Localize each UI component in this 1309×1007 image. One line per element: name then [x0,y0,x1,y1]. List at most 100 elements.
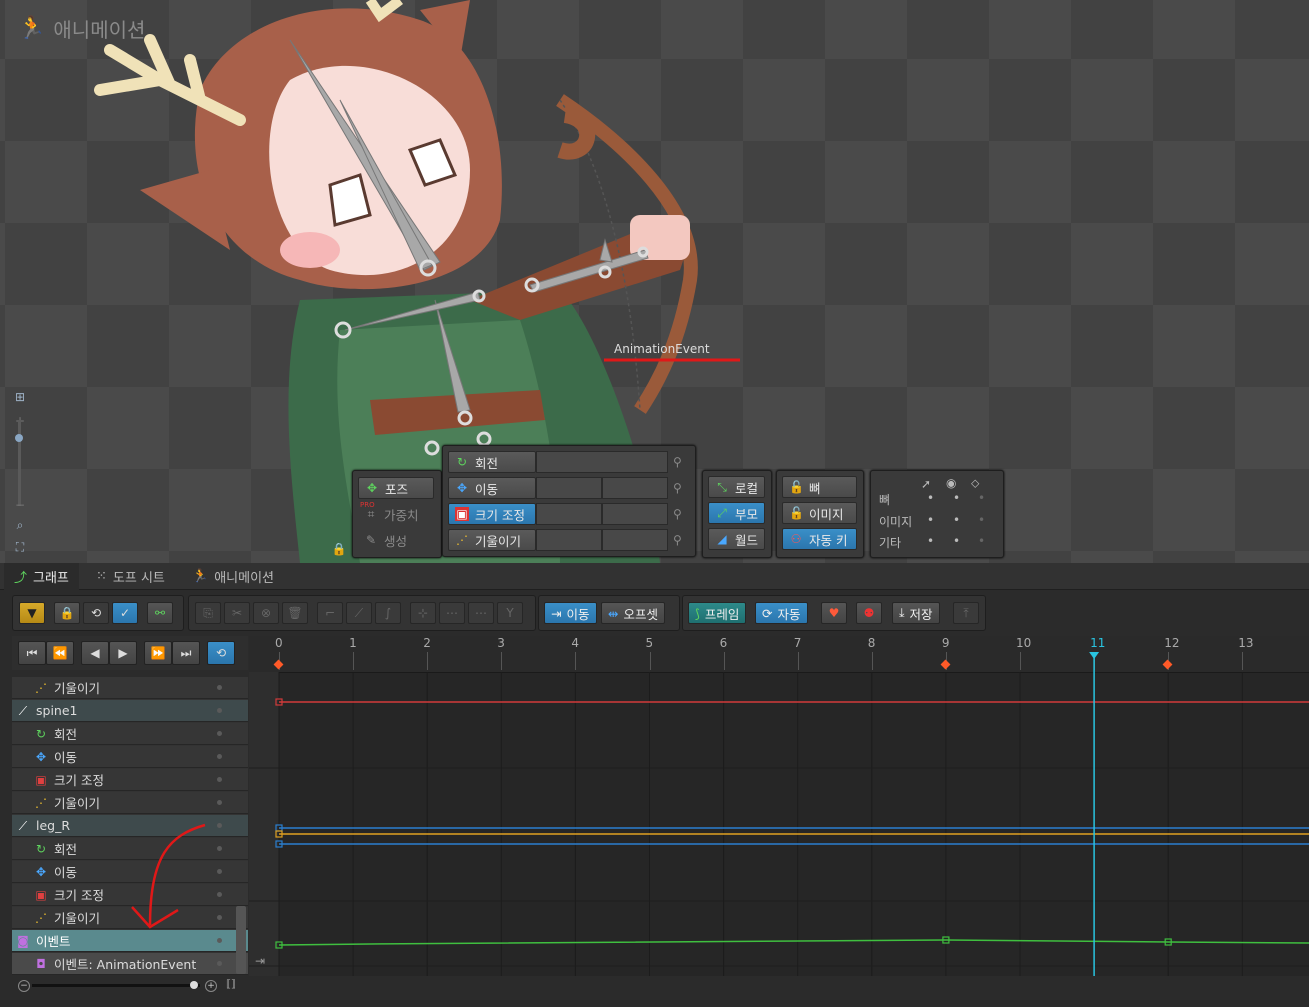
local-button[interactable]: ⤡ 로컬 [708,476,765,498]
move-button[interactable]: ⇥ 이동 [544,602,597,624]
create-button[interactable]: ✎ 생성 [358,529,434,551]
weights-button[interactable]: ⌗ 가중치 PRO [358,501,434,525]
vis-toggle[interactable]: • [953,534,960,548]
tree-property-row[interactable]: ⋰ 기울이기 [12,792,248,814]
zoom-slider-knob[interactable] [15,434,23,442]
zoom-slider[interactable] [18,420,21,506]
world-button[interactable]: ◢ 월드 [708,528,765,550]
fullscreen-icon[interactable]: ⛶ [11,540,29,556]
record-icon[interactable]: ⚉ [856,602,882,624]
next-key-icon[interactable]: ⏩ [144,641,172,665]
play-icon[interactable]: ▶ [109,641,137,665]
collapse-panel-icon[interactable]: ⇥ [255,954,265,968]
offset-button[interactable]: ⇹ 오프셋 [601,602,665,624]
bezier-curve-icon[interactable]: ∫ [375,602,401,624]
load-icon[interactable]: ⤒ [953,602,979,624]
scale-x-field[interactable] [536,503,602,525]
visibility-dot[interactable] [217,800,222,805]
tree-bone-row[interactable]: ⟋ spine1 [12,700,248,722]
align-icon[interactable]: ⋯ [439,602,465,624]
tree-property-row[interactable]: ↻ 회전 [12,723,248,745]
sync-icon[interactable]: ⟲ [83,602,109,624]
visibility-dot[interactable] [217,846,222,851]
save-button[interactable]: ⤓ 저장 [892,602,940,624]
trash-icon[interactable]: 🗑 [282,602,308,624]
link-icon[interactable]: ⚯ [147,602,173,624]
lock-icon[interactable]: 🔒 [54,602,80,624]
zoom-in-icon[interactable]: + [205,980,217,992]
rotate-value-field[interactable] [536,451,668,473]
visibility-dot[interactable] [217,915,222,920]
loop-icon[interactable]: ⟲ [207,641,235,665]
visibility-dot[interactable] [217,708,222,713]
translate-y-field[interactable] [602,477,668,499]
vis-toggle[interactable]: • [978,491,985,505]
pose-button[interactable]: ✥ 포즈 [358,477,434,499]
tree-property-row[interactable]: ▣ 크기 조정 [12,884,248,906]
vis-toggle[interactable]: • [927,534,934,548]
zoom-knob[interactable] [190,981,198,989]
tree-bone-row[interactable]: ⟋ leg_R [12,815,248,837]
vis-toggle[interactable]: • [927,491,934,505]
visibility-dot[interactable] [217,777,222,782]
zoom-track[interactable] [32,984,200,987]
visibility-dot[interactable] [217,961,222,966]
shear-y-field[interactable] [602,529,668,551]
key-select-icon[interactable]: ✓ [112,602,138,624]
auto-button[interactable]: ⟳ 자동 [755,602,808,624]
bones-button[interactable]: 🔓 뼈 [782,476,857,498]
images-button[interactable]: 🔓 이미지 [782,502,857,524]
visibility-dot[interactable] [217,823,222,828]
vis-toggle[interactable]: • [953,491,960,505]
zoom-out-icon[interactable]: − [18,980,30,992]
tree-property-row[interactable]: ⋰ 기울이기 [12,907,248,929]
visibility-dot[interactable] [217,938,222,943]
previous-key-icon[interactable]: ⏪ [46,641,74,665]
tree-property-row[interactable]: ↻ 회전 [12,838,248,860]
vis-toggle[interactable]: • [978,534,985,548]
handles-icon[interactable]: ⊹ [410,602,436,624]
shear-key-icon[interactable]: ⚲ [673,533,689,549]
lock-icon[interactable]: 🔒 [330,542,348,558]
graph-editor[interactable]: 0 1 2 3 4 5 6 7 8 9 10 11 12 13 ⇥ [249,636,1309,976]
rotate-key-icon[interactable]: ⚲ [673,455,689,471]
play-reverse-icon[interactable]: ◀ [81,641,109,665]
translate-x-field[interactable] [536,477,602,499]
flatten-icon[interactable]: ⋯ [468,602,494,624]
linear-curve-icon[interactable]: ⟋ [346,602,372,624]
shear-button[interactable]: ⋰ 기울이기 [448,529,536,551]
tab-dopesheet[interactable]: ⁙ 도프 시트 [86,563,175,589]
heart-icon[interactable]: ♥ [821,602,847,624]
scale-key-icon[interactable]: ⚲ [673,507,689,523]
tab-animations[interactable]: 🏃 애니메이션 [182,563,284,589]
visibility-dot[interactable] [217,731,222,736]
copy-icon[interactable]: ⎘ [195,602,221,624]
stepped-curve-icon[interactable]: ⌐ [317,602,343,624]
tree-property-row[interactable]: ▣ 크기 조정 [12,769,248,791]
magnifier-icon[interactable]: ⌕ [11,518,29,534]
visibility-dot[interactable] [217,685,222,690]
autokey-button[interactable]: ⚇ 자동 키 [782,528,857,550]
delete-icon[interactable]: ⊗ [253,602,279,624]
zoom-out-icon[interactable]: − [11,498,29,514]
filter-icon[interactable]: ▼ [19,602,45,624]
translate-key-icon[interactable]: ⚲ [673,481,689,497]
translate-button[interactable]: ✥ 이동 [448,477,536,499]
fit-frames-icon[interactable]: ⟦⟧ [226,979,236,990]
shear-x-field[interactable] [536,529,602,551]
vis-toggle[interactable]: • [927,513,934,527]
viewport[interactable]: 🏃 애니메이션 AnimationEvent ⊞ + − ⌕ ⛶ 🔒 ✥ 포즈 … [0,0,1309,563]
tree-scrollbar[interactable] [236,906,246,974]
fit-icon[interactable]: ⊞ [11,390,29,406]
vis-toggle[interactable]: • [953,513,960,527]
parent-button[interactable]: ⤢ 부모 [708,502,765,524]
visibility-dot[interactable] [217,869,222,874]
tree-event-row[interactable]: ◘ 이벤트: AnimationEvent [12,953,248,975]
visibility-dot[interactable] [217,754,222,759]
last-frame-icon[interactable]: ⏭ [172,641,200,665]
scale-y-field[interactable] [602,503,668,525]
scale-button[interactable]: ▣ 크기 조정 [448,503,536,525]
break-icon[interactable]: Y [497,602,523,624]
tree-property-row[interactable]: ✥ 이동 [12,861,248,883]
cut-icon[interactable]: ✂ [224,602,250,624]
